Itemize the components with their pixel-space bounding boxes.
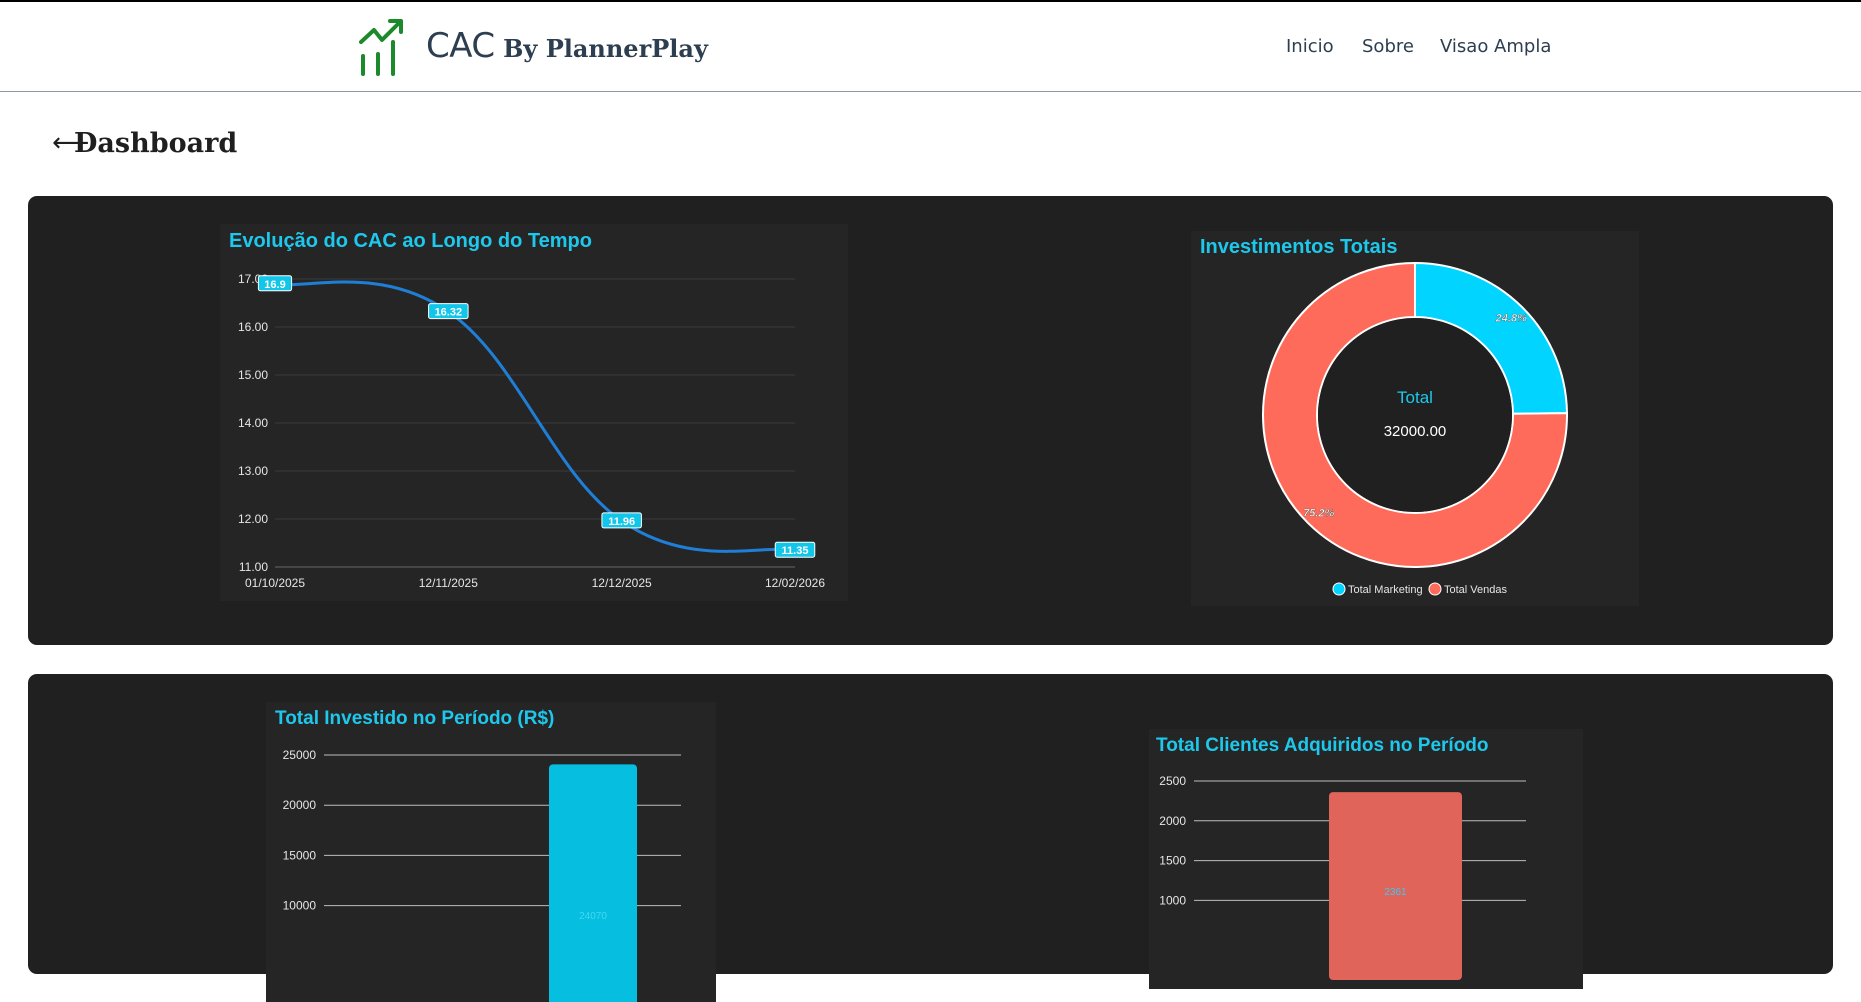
brand-title: CAC xyxy=(426,26,495,66)
y-tick-label: 11.00 xyxy=(239,560,268,574)
brand-logo[interactable]: CAC By PlannerPlay xyxy=(358,16,778,78)
cac-chart-card: Evolução do CAC ao Longo do Tempo 17.00 1… xyxy=(220,224,848,601)
legend-swatch xyxy=(1332,582,1346,596)
page-title: Dashboard xyxy=(74,128,238,159)
y-tick-label: 13.00 xyxy=(238,464,268,478)
total-invest-bar-chart[interactable]: 25000 20000 15000 10000 24070 xyxy=(266,702,716,1002)
x-tick-label: 01/10/2025 xyxy=(245,576,305,590)
y-tick-label: 25000 xyxy=(283,748,317,762)
data-point-label: 16.9 xyxy=(264,279,285,291)
investments-donut-chart[interactable]: 24.8% 75.2% Total 32000.00 Total Marketing To… xyxy=(1191,231,1639,606)
y-tick-label: 16.00 xyxy=(238,320,268,334)
nav-link-visao-ampla[interactable]: Visao Ampla xyxy=(1440,36,1551,57)
growth-chart-icon xyxy=(359,19,403,76)
y-tick-label: 10000 xyxy=(283,899,317,913)
charts-panel-bottom: Total Investido no Período (R$) 25000 200… xyxy=(28,674,1833,1002)
y-tick-label: 15.00 xyxy=(238,368,268,382)
total-invest-chart-card: Total Investido no Período (R$) 25000 200… xyxy=(266,702,716,1002)
slice-percent-label: 24.8% xyxy=(1495,313,1527,325)
donut-hole xyxy=(1318,318,1512,512)
data-point-label: 11.35 xyxy=(782,545,809,557)
nav-link-sobre[interactable]: Sobre xyxy=(1362,36,1414,57)
legend-label: Total Vendas xyxy=(1444,584,1507,596)
y-tick-label: 20000 xyxy=(283,798,317,812)
y-tick-label: 14.00 xyxy=(238,416,268,430)
data-point-label: 11.96 xyxy=(608,516,635,528)
x-tick-label: 12/12/2025 xyxy=(592,576,652,590)
data-point-label: 16.32 xyxy=(435,307,463,319)
total-clients-bar-chart[interactable]: 2500 2000 1500 1000 2361 xyxy=(1149,729,1583,989)
y-tick-label: 2000 xyxy=(1159,814,1186,828)
y-tick-label: 1000 xyxy=(1159,893,1186,907)
total-clients-chart-card: Total Clientes Adquiridos no Período 250… xyxy=(1149,729,1583,989)
bar xyxy=(549,764,637,1002)
nav-link-inicio[interactable]: Inicio xyxy=(1286,36,1334,57)
cac-series-line xyxy=(274,280,796,553)
y-tick-label: 2500 xyxy=(1159,774,1186,788)
x-tick-label: 12/02/2026 xyxy=(765,576,825,590)
brand-subtitle: By PlannerPlay xyxy=(503,34,708,63)
y-tick-label: 1500 xyxy=(1159,854,1186,868)
legend-label: Total Marketing xyxy=(1348,584,1423,596)
bar-value-label: 24070 xyxy=(579,911,607,922)
brand-name: CAC By PlannerPlay xyxy=(426,26,708,66)
slice-percent-label: 75.2% xyxy=(1303,507,1334,519)
donut-center-value: 32000.00 xyxy=(1384,423,1447,440)
y-tick-label: 12.00 xyxy=(238,512,268,526)
charts-panel-top: Evolução do CAC ao Longo do Tempo 17.00 1… xyxy=(28,196,1833,645)
y-tick-label: 15000 xyxy=(283,848,317,862)
x-tick-label: 12/11/2025 xyxy=(419,576,478,590)
legend-swatch xyxy=(1428,582,1442,596)
donut-center-label: Total xyxy=(1397,388,1433,407)
investments-chart-card: Investimentos Totais 24.8% 75.2% Total 3200… xyxy=(1191,231,1639,606)
bar-value-label: 2361 xyxy=(1384,887,1407,898)
cac-line-chart[interactable]: 17.0016.0015.0014.0013.0012.0011.0001/10… xyxy=(220,224,848,601)
site-header: CAC By PlannerPlay Inicio Sobre Visao Am… xyxy=(0,2,1861,92)
